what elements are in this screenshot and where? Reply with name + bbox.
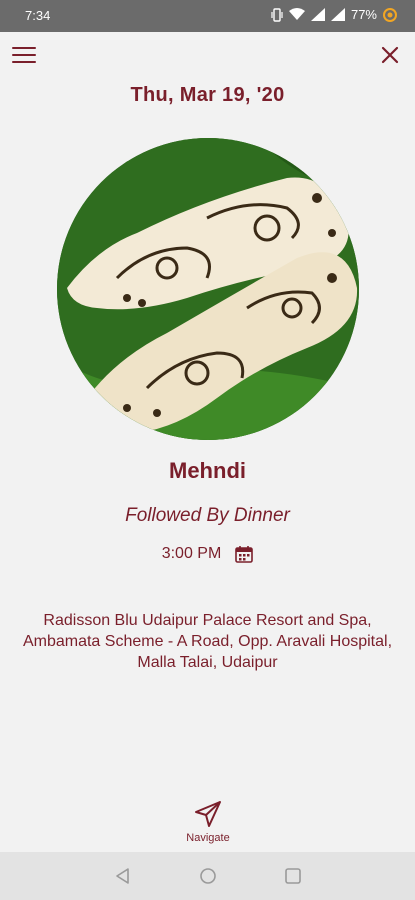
event-time: 3:00 PM [161, 545, 222, 562]
event-date: Thu, Mar 19, '20 [130, 84, 285, 106]
battery-percent: 77% [350, 7, 377, 22]
signal-icon-2 [330, 8, 345, 21]
app-header [0, 32, 415, 80]
navigate-label: Navigate [186, 832, 230, 844]
status-bar: 7:34 77% [0, 0, 415, 32]
event-subtitle: Followed By Dinner [125, 505, 290, 526]
calendar-icon[interactable] [235, 545, 254, 563]
event-image [57, 138, 359, 440]
vibrate-icon [271, 7, 283, 22]
signal-icon [310, 8, 325, 21]
event-time-row: 3:00 PM [0, 542, 415, 566]
close-icon[interactable] [379, 44, 401, 66]
recents-icon[interactable] [283, 866, 303, 886]
event-title: Mehndi [169, 458, 246, 483]
status-time: 7:34 [25, 8, 51, 23]
system-nav-bar [0, 852, 415, 900]
battery-saver-icon [383, 7, 397, 22]
navigate-button[interactable]: Navigate [170, 800, 246, 850]
back-icon[interactable] [113, 866, 133, 886]
home-icon[interactable] [198, 866, 218, 886]
status-icons: 77% [271, 7, 397, 22]
event-address: Radisson Blu Udaipur Palace Resort and S… [22, 612, 393, 671]
wifi-icon [288, 8, 305, 20]
navigation-arrow-icon [195, 801, 221, 827]
hamburger-menu-icon[interactable] [12, 44, 38, 66]
